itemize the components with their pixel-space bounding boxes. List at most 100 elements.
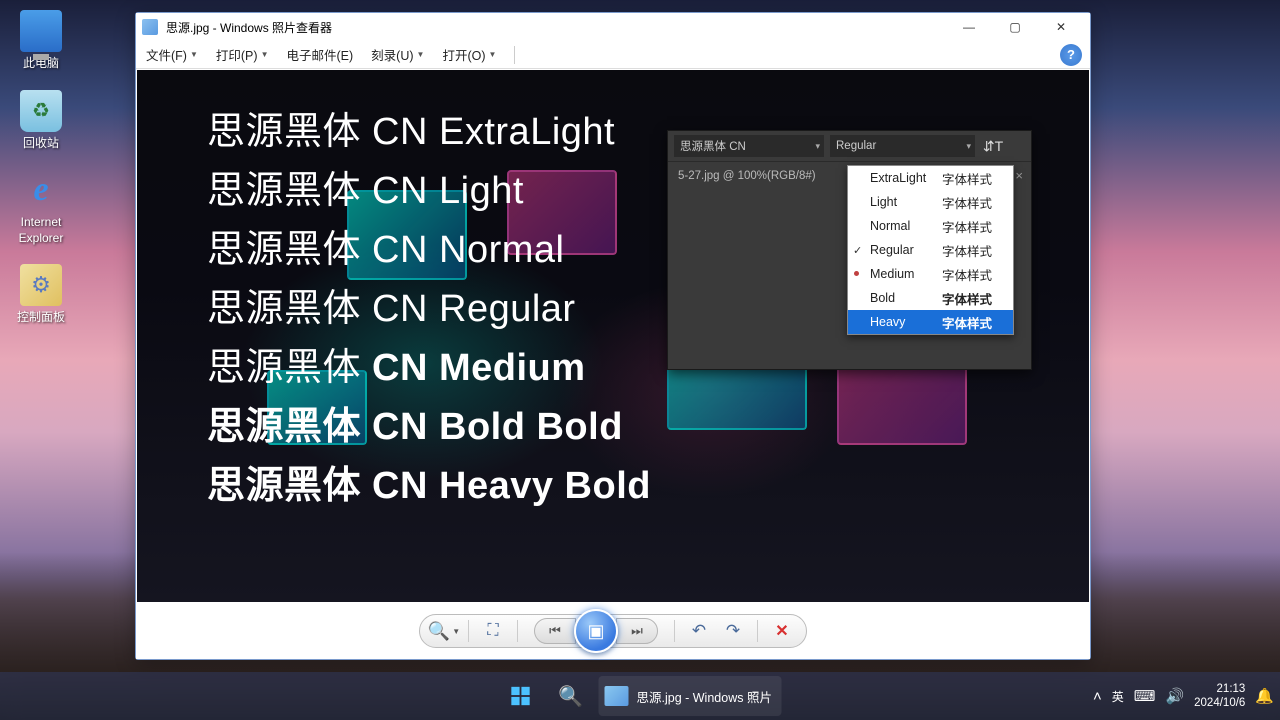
option-name: Normal	[870, 219, 942, 233]
dot-icon	[854, 271, 859, 276]
option-sample: 字体样式	[942, 313, 992, 332]
font-style-option[interactable]: Normal字体样式	[848, 214, 1013, 238]
search-button[interactable]: 🔍	[549, 676, 593, 716]
desktop-icon-ie[interactable]: Internet Explorer	[6, 169, 76, 246]
titlebar[interactable]: 思源.jpg - Windows 照片查看器 — ▢ ✕	[136, 13, 1090, 41]
toolbar-separator	[468, 620, 469, 642]
option-sample: 字体样式	[942, 169, 992, 188]
window-title: 思源.jpg - Windows 照片查看器	[166, 19, 946, 36]
menu-separator	[514, 46, 515, 64]
menu-open[interactable]: 打开(O)▼	[436, 42, 502, 67]
maximize-button[interactable]: ▢	[992, 13, 1038, 41]
desktop-icon-control-panel[interactable]: 控制面板	[6, 264, 76, 326]
chevron-down-icon: ▼	[190, 50, 198, 59]
chevron-down-icon: ▼	[261, 50, 269, 59]
font-style-dropdown: ExtraLight字体样式Light字体样式Normal字体样式✓Regula…	[847, 165, 1014, 335]
viewer-toolbar: 🔍▼ ⛶ ⏮ ▣ ⏭ ↶ ↷ ✕	[136, 603, 1090, 659]
ime-indicator[interactable]: 英	[1112, 688, 1124, 705]
font-sample-line: 思源黑体 CN ExtraLight	[207, 100, 651, 155]
icon-label: 控制面板	[6, 310, 76, 326]
system-tray: ˄ 英 ⌨ 🔊 21:13 2024/10/6 🔔	[1093, 682, 1274, 711]
slideshow-icon: ▣	[587, 621, 604, 642]
chevron-down-icon: ▼	[452, 627, 460, 636]
font-style-option[interactable]: Light字体样式	[848, 190, 1013, 214]
desktop-icons: 此电脑 回收站 Internet Explorer 控制面板	[6, 10, 76, 344]
chevron-down-icon: ▼	[417, 50, 425, 59]
font-panel: 思源黑体 CN ▾ Regular ▾ ⇵T 5-27.jpg @ 100%(R…	[667, 130, 1032, 370]
close-button[interactable]: ✕	[1038, 13, 1084, 41]
fit-window-button[interactable]: ⛶	[479, 617, 507, 645]
tray-chevron-up-icon[interactable]: ˄	[1093, 688, 1102, 705]
clock[interactable]: 21:13 2024/10/6	[1194, 682, 1245, 711]
next-button[interactable]: ⏭	[616, 618, 658, 644]
document-tab[interactable]: 5-27.jpg @ 100%(RGB/8#)	[668, 166, 826, 186]
magnifier-icon: 🔍	[428, 621, 450, 642]
keyboard-icon[interactable]: ⌨	[1134, 687, 1156, 705]
icon-label: 回收站	[6, 136, 76, 152]
font-sample-line: 思源黑体 CN Medium	[207, 336, 651, 391]
menu-burn[interactable]: 刻录(U)▼	[365, 42, 430, 67]
check-icon: ✓	[853, 244, 862, 257]
font-style-option[interactable]: ✓Regular字体样式	[848, 238, 1013, 262]
rotate-cw-icon: ↷	[726, 621, 740, 641]
image-viewport: 思源黑体 CN ExtraLight思源黑体 CN Light思源黑体 CN N…	[137, 70, 1089, 602]
computer-icon	[20, 10, 62, 52]
option-name: Light	[870, 195, 942, 209]
rotate-left-button[interactable]: ↶	[685, 617, 713, 645]
font-family-value: 思源黑体 CN	[680, 138, 746, 154]
fit-icon: ⛶	[487, 622, 498, 640]
font-style-option[interactable]: Medium字体样式	[848, 262, 1013, 286]
minimize-button[interactable]: —	[946, 13, 992, 41]
rotate-right-button[interactable]: ↷	[719, 617, 747, 645]
font-sample-line: 思源黑体 CN Heavy Bold	[207, 454, 651, 509]
menu-email[interactable]: 电子邮件(E)	[280, 42, 359, 67]
document-tab-label: 5-27.jpg @ 100%(RGB/8#)	[678, 170, 816, 182]
windows-icon	[510, 685, 532, 707]
zoom-button[interactable]: 🔍▼	[430, 617, 458, 645]
clock-date: 2024/10/6	[1194, 696, 1245, 710]
option-name: Regular	[870, 243, 942, 257]
icon-label: Internet Explorer	[6, 215, 76, 246]
taskbar: 🔍 思源.jpg - Windows 照片查看器 ˄ 英 ⌨ 🔊 21:13 2…	[0, 672, 1280, 720]
option-sample: 字体样式	[942, 193, 992, 212]
notifications-icon[interactable]: 🔔	[1255, 687, 1274, 705]
rotate-ccw-icon: ↶	[692, 621, 706, 641]
option-sample: 字体样式	[942, 217, 992, 236]
font-sample-line: 思源黑体 CN Normal	[207, 218, 651, 273]
font-style-option[interactable]: Bold字体样式	[848, 286, 1013, 310]
menu-file[interactable]: 文件(F)▼	[140, 42, 204, 67]
font-style-option[interactable]: Heavy字体样式	[848, 310, 1013, 334]
font-sample-lines: 思源黑体 CN ExtraLight思源黑体 CN Light思源黑体 CN N…	[207, 100, 651, 513]
next-icon: ⏭	[631, 623, 643, 639]
text-orientation-button[interactable]: ⇵T	[981, 135, 1005, 157]
font-style-combobox[interactable]: Regular ▾	[830, 135, 975, 157]
font-sample-line: 思源黑体 CN Light	[207, 159, 651, 214]
taskbar-app-label: 思源.jpg - Windows 照片查看器	[637, 687, 772, 706]
recycle-bin-icon	[20, 90, 62, 132]
control-panel-icon	[20, 264, 62, 306]
desktop-icon-this-pc[interactable]: 此电脑	[6, 10, 76, 72]
taskbar-app-photo-viewer[interactable]: 思源.jpg - Windows 照片查看器	[599, 676, 782, 716]
font-style-option[interactable]: ExtraLight字体样式	[848, 166, 1013, 190]
search-icon: 🔍	[558, 684, 583, 709]
volume-icon[interactable]: 🔊	[1165, 687, 1184, 705]
option-sample: 字体样式	[942, 289, 992, 308]
tab-close-icon[interactable]: ×	[1015, 168, 1031, 183]
desktop-icon-recycle-bin[interactable]: 回收站	[6, 90, 76, 152]
font-family-combobox[interactable]: 思源黑体 CN ▾	[674, 135, 824, 157]
font-sample-line: 思源黑体 CN Bold Bold	[207, 395, 651, 450]
start-button[interactable]	[499, 676, 543, 716]
menubar: 文件(F)▼ 打印(P)▼ 电子邮件(E) 刻录(U)▼ 打开(O)▼ ?	[136, 41, 1090, 69]
photo-viewer-icon	[605, 686, 629, 706]
help-button[interactable]: ?	[1060, 44, 1082, 66]
photo-viewer-window: 思源.jpg - Windows 照片查看器 — ▢ ✕ 文件(F)▼ 打印(P…	[135, 12, 1091, 660]
photo-viewer-icon	[142, 19, 158, 35]
menu-print[interactable]: 打印(P)▼	[210, 42, 275, 67]
delete-button[interactable]: ✕	[768, 617, 796, 645]
option-name: ExtraLight	[870, 171, 942, 185]
chevron-down-icon: ▾	[966, 141, 971, 152]
slideshow-button[interactable]: ▣	[574, 609, 618, 653]
chevron-down-icon: ▾	[815, 141, 820, 152]
prev-icon: ⏮	[549, 623, 561, 639]
previous-button[interactable]: ⏮	[534, 618, 576, 644]
